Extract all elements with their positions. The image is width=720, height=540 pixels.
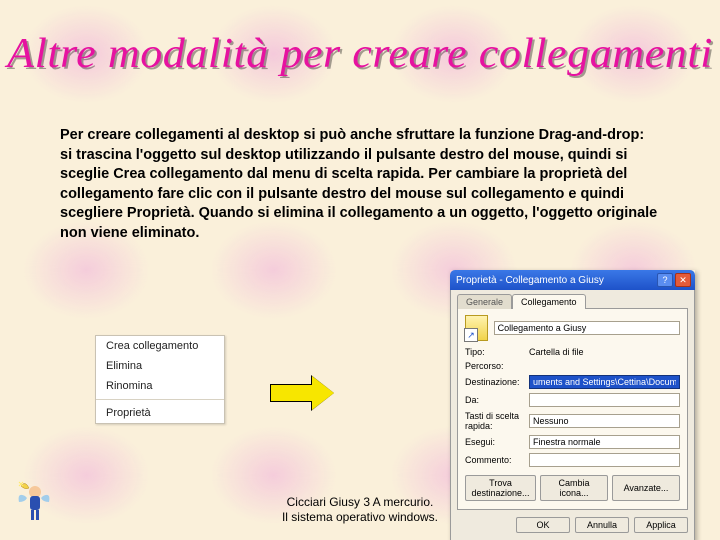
label-destinazione: Destinazione: (465, 377, 525, 387)
run-field[interactable] (529, 435, 680, 449)
menu-item-delete[interactable]: Elimina (96, 356, 224, 376)
menu-item-create-link[interactable]: Crea collegamento (96, 336, 224, 356)
tab-link[interactable]: Collegamento (512, 294, 586, 309)
arrow-icon (270, 376, 334, 410)
comment-field[interactable] (529, 453, 680, 467)
body-paragraph: Per creare collegamenti al desktop si pu… (60, 126, 660, 243)
label-percorso: Percorso: (465, 361, 525, 371)
hotkey-field[interactable] (529, 414, 680, 428)
label-commento: Commento: (465, 455, 525, 465)
menu-item-properties[interactable]: Proprietà (96, 403, 224, 423)
slide-footer: Cicciari Giusy 3 A mercurio. Il sistema … (0, 495, 720, 526)
context-menu: Crea collegamento Elimina Rinomina Propr… (95, 335, 225, 424)
tab-strip: Generale Collegamento (457, 294, 688, 309)
label-esegui: Esegui: (465, 437, 525, 447)
label-da: Da: (465, 395, 525, 405)
tab-general[interactable]: Generale (457, 294, 512, 309)
link-name-field[interactable] (494, 321, 680, 335)
shortcut-folder-icon (465, 315, 488, 341)
help-button[interactable]: ? (657, 273, 673, 287)
dialog-titlebar: Proprietà - Collegamento a Giusy ? ✕ (450, 270, 695, 290)
menu-item-rename[interactable]: Rinomina (96, 376, 224, 396)
value-tipo: Cartella di file (529, 347, 680, 357)
footer-line-1: Cicciari Giusy 3 A mercurio. (0, 495, 720, 511)
slide-title: Altre modalità per creare collegamenti (0, 30, 720, 78)
menu-separator (96, 399, 224, 400)
close-button[interactable]: ✕ (675, 273, 691, 287)
label-tasti: Tasti di scelta rapida: (465, 411, 525, 431)
label-tipo: Tipo: (465, 347, 525, 357)
destination-field[interactable] (529, 375, 680, 389)
footer-line-2: Il sistema operativo windows. (0, 510, 720, 526)
tab-panel: Tipo: Cartella di file Percorso: Destina… (457, 308, 688, 510)
da-field[interactable] (529, 393, 680, 407)
dialog-title: Proprietà - Collegamento a Giusy (456, 275, 657, 286)
